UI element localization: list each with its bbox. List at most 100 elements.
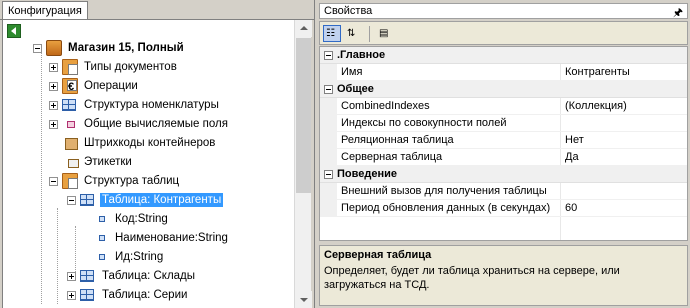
folder-icon xyxy=(62,173,78,189)
property-name: Реляционная таблица xyxy=(341,134,454,146)
property-name: Внешний вызов для получения таблицы xyxy=(341,185,547,197)
tree-item-field[interactable]: Код:String xyxy=(95,210,170,228)
properties-title-bar: Свойства 🖈 xyxy=(319,3,688,19)
collapse-icon[interactable] xyxy=(33,43,42,53)
folder-icon xyxy=(62,59,78,75)
property-row-aggregate-indexes[interactable]: Индексы по совокупности полей xyxy=(320,115,687,132)
expand-icon[interactable] xyxy=(49,100,58,110)
table-icon xyxy=(62,99,76,111)
property-value[interactable]: (Коллекция) xyxy=(565,98,627,114)
configuration-panel: Конфигурация Магазин 15, Полный Типы док… xyxy=(0,0,314,308)
tab-configuration[interactable]: Конфигурация xyxy=(2,1,88,20)
category-behavior[interactable]: Поведение xyxy=(320,166,687,183)
label-icon xyxy=(62,154,79,170)
expand-icon[interactable] xyxy=(67,271,76,281)
tree-item-label: Операции xyxy=(84,80,138,92)
property-name: Индексы по совокупности полей xyxy=(341,117,507,129)
categorized-view-button[interactable]: ☷ xyxy=(323,25,341,42)
property-name: Серверная таблица xyxy=(341,151,443,163)
property-value[interactable]: Нет xyxy=(565,132,584,148)
tree-item-root[interactable]: Магазин 15, Полный xyxy=(33,39,186,57)
tree-item-table-sklady[interactable]: Таблица: Склады xyxy=(67,267,197,285)
tree-item-common-calc-fields[interactable]: Общие вычисляемые поля xyxy=(49,115,230,133)
tree-guide-line xyxy=(41,50,42,304)
tree-item-label: Магазин 15, Полный xyxy=(68,42,184,54)
property-description-panel: Серверная таблица Определяет, будет ли т… xyxy=(319,245,688,306)
tree-item-label: Таблица: Склады xyxy=(102,270,196,282)
property-name: Период обновления данных (в секундах) xyxy=(341,202,551,214)
scroll-thumb[interactable] xyxy=(296,38,311,193)
property-pages-icon: ▤ xyxy=(379,28,389,39)
property-row-combined-indexes[interactable]: CombinedIndexes (Коллекция) xyxy=(320,98,687,115)
back-arrow-icon[interactable] xyxy=(7,24,21,38)
property-row-refresh-period[interactable]: Период обновления данных (в секундах) 60 xyxy=(320,200,687,217)
collapse-icon[interactable] xyxy=(67,195,76,205)
property-name: Имя xyxy=(341,66,363,78)
field-icon xyxy=(99,216,105,222)
tree-item-field[interactable]: Наименование:String xyxy=(95,229,230,247)
property-value[interactable]: Контрагенты xyxy=(565,64,630,80)
tree-item-label: Штрихкоды контейнеров xyxy=(84,137,216,149)
operations-icon xyxy=(62,78,78,94)
tree-item-label: Структура номенклатуры xyxy=(84,99,219,111)
expand-icon[interactable] xyxy=(49,81,58,91)
container-icon xyxy=(62,135,78,151)
property-grid[interactable]: .Главное Имя Контрагенты Общее CombinedI… xyxy=(319,46,688,241)
alphabetical-sort-button[interactable]: ⇅ xyxy=(344,25,362,42)
property-pages-button[interactable]: ▤ xyxy=(376,25,394,42)
tree-item-field[interactable]: Ид:String xyxy=(95,248,165,266)
expand-icon[interactable] xyxy=(49,119,58,129)
shop-icon xyxy=(46,40,62,56)
scroll-up-icon[interactable] xyxy=(295,20,312,37)
description-text: Определяет, будет ли таблица храниться н… xyxy=(324,265,620,291)
property-value[interactable]: 60 xyxy=(565,200,577,216)
property-name: CombinedIndexes xyxy=(341,100,430,112)
tree-item-label: Общие вычисляемые поля xyxy=(84,118,228,130)
property-row-external-call[interactable]: Внешний вызов для получения таблицы xyxy=(320,183,687,200)
collapse-icon[interactable] xyxy=(324,51,333,60)
tree-item-label: Этикетки xyxy=(84,156,132,168)
table-icon xyxy=(80,270,94,282)
tree-item-nomenclature-structure[interactable]: Структура номенклатуры xyxy=(49,96,221,114)
properties-toolbar: ☷ ⇅ ▤ xyxy=(319,21,688,45)
category-main[interactable]: .Главное xyxy=(320,47,687,64)
field-icon xyxy=(99,254,105,260)
tree-item-label: Код:String xyxy=(115,213,168,225)
tree-scrollbar[interactable] xyxy=(294,20,312,308)
row-gutter xyxy=(320,115,337,132)
row-gutter xyxy=(320,183,337,200)
row-gutter xyxy=(320,132,337,149)
property-row-server-table[interactable]: Серверная таблица Да xyxy=(320,149,687,166)
expand-icon[interactable] xyxy=(67,290,76,300)
tree-item-label: Наименование:String xyxy=(115,232,228,244)
sort-az-icon: ⇅ xyxy=(347,28,356,39)
tree-item-label: Таблица: Контрагенты xyxy=(100,193,224,207)
tree-item-operations[interactable]: Операции xyxy=(49,77,140,95)
collapse-icon[interactable] xyxy=(324,170,333,179)
configuration-tree[interactable]: Магазин 15, Полный Типы документов Опера… xyxy=(2,20,294,308)
tree-item-document-types[interactable]: Типы документов xyxy=(49,58,179,76)
tree-item-labels[interactable]: Этикетки xyxy=(62,153,134,171)
category-label: Поведение xyxy=(337,168,397,180)
properties-panel: Свойства 🖈 ☷ ⇅ ▤ .Главное Имя Контрагент… xyxy=(314,0,690,308)
row-gutter xyxy=(320,200,337,217)
table-icon xyxy=(80,289,94,301)
category-label: Общее xyxy=(337,83,374,95)
description-title: Серверная таблица xyxy=(324,249,432,261)
collapse-icon[interactable] xyxy=(324,85,333,94)
category-label: .Главное xyxy=(337,49,386,61)
tree-item-label: Типы документов xyxy=(84,61,177,73)
property-row-relational-table[interactable]: Реляционная таблица Нет xyxy=(320,132,687,149)
category-general[interactable]: Общее xyxy=(320,81,687,98)
expand-icon[interactable] xyxy=(49,62,58,72)
categorized-icon: ☷ xyxy=(326,28,335,39)
collapse-icon[interactable] xyxy=(49,176,58,186)
row-gutter xyxy=(320,98,337,115)
tree-item-table-structure[interactable]: Структура таблиц xyxy=(49,172,181,190)
tree-item-table-kontragenty[interactable]: Таблица: Контрагенты xyxy=(67,191,224,209)
tree-item-table-serii[interactable]: Таблица: Серии xyxy=(67,286,189,304)
property-value[interactable]: Да xyxy=(565,149,579,165)
tree-item-container-barcodes[interactable]: Штрихкоды контейнеров xyxy=(62,134,217,152)
property-row-name[interactable]: Имя Контрагенты xyxy=(320,64,687,81)
scroll-down-icon[interactable] xyxy=(295,291,312,308)
